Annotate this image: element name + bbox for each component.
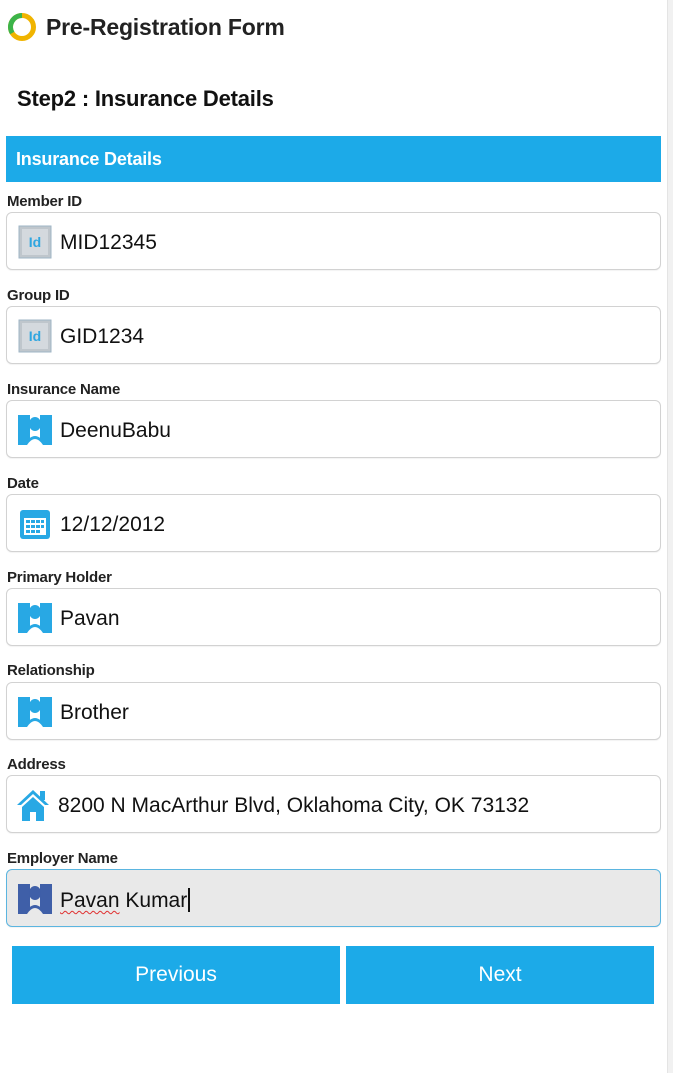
id-card-icon: Id <box>18 225 52 259</box>
member-id-field[interactable]: Id MID12345 <box>6 212 661 270</box>
insurance-name-value: DeenuBabu <box>60 419 171 442</box>
misspelled-word[interactable]: Pavan <box>60 889 120 912</box>
date-value: 12/12/2012 <box>60 513 166 536</box>
section-header: Insurance Details <box>6 136 661 182</box>
employer-name-rest: Kumar <box>119 889 188 912</box>
address-field[interactable]: 8200 N MacArthur Blvd, Oklahoma City, OK… <box>6 775 661 833</box>
step-title: Step2 : Insurance Details <box>17 86 274 111</box>
app-title: Pre-Registration Form <box>46 14 285 40</box>
scroll-edge <box>667 0 673 1073</box>
employer-name-label: Employer Name <box>7 850 118 867</box>
employer-name-field[interactable]: Pavan Kumar <box>6 869 661 927</box>
primary-holder-value: Pavan <box>60 607 120 630</box>
member-id-label: Member ID <box>7 193 82 210</box>
group-id-label: Group ID <box>7 287 70 304</box>
primary-holder-field[interactable]: Pavan <box>6 588 661 646</box>
person-icon <box>18 603 52 633</box>
relationship-value: Brother <box>60 701 129 724</box>
home-icon <box>17 790 49 821</box>
svg-text:Id: Id <box>29 234 41 250</box>
app-header: Pre-Registration Form <box>0 0 667 58</box>
calendar-icon <box>20 510 50 539</box>
text-caret <box>188 888 190 912</box>
address-value: 8200 N MacArthur Blvd, Oklahoma City, OK… <box>58 794 530 817</box>
date-field[interactable]: 12/12/2012 <box>6 494 661 552</box>
relationship-label: Relationship <box>7 662 95 679</box>
next-button[interactable]: Next <box>346 946 654 1004</box>
person-icon <box>18 697 52 727</box>
svg-text:Id: Id <box>29 328 41 344</box>
insurance-name-label: Insurance Name <box>7 381 121 398</box>
id-card-icon: Id <box>18 319 52 353</box>
app-logo-icon <box>8 13 36 41</box>
primary-holder-label: Primary Holder <box>7 569 112 586</box>
section-title: Insurance Details <box>16 149 162 169</box>
insurance-name-field[interactable]: DeenuBabu <box>6 400 661 458</box>
member-id-value: MID12345 <box>60 231 157 254</box>
date-label: Date <box>7 475 39 492</box>
address-label: Address <box>7 756 66 773</box>
group-id-field[interactable]: Id GID1234 <box>6 306 661 364</box>
employer-name-value: Pavan Kumar <box>60 888 190 913</box>
person-icon <box>18 415 52 445</box>
group-id-value: GID1234 <box>60 325 145 348</box>
relationship-field[interactable]: Brother <box>6 682 661 740</box>
person-icon <box>18 884 52 914</box>
previous-button[interactable]: Previous <box>12 946 340 1004</box>
